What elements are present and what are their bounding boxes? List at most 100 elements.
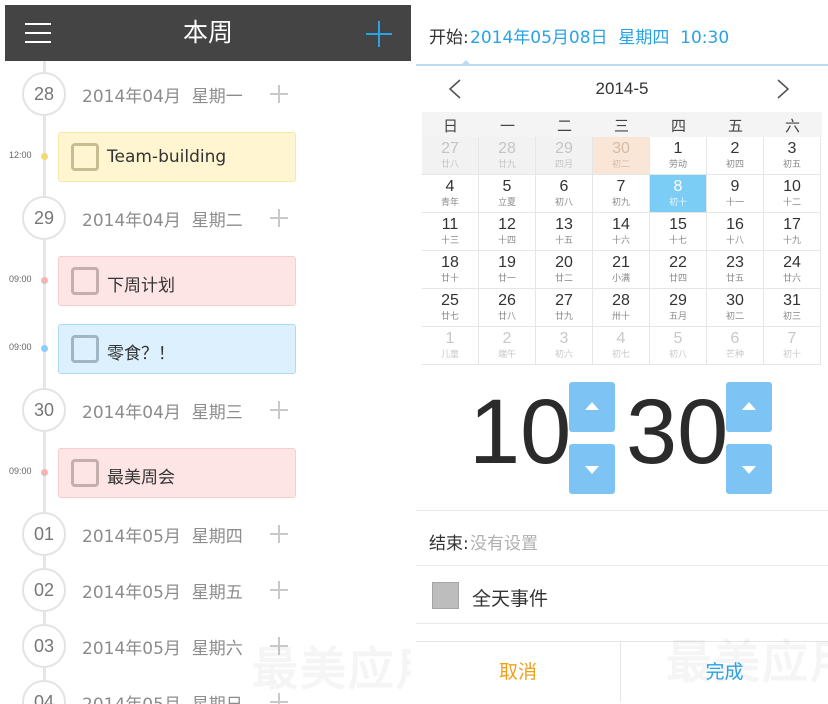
calendar-day-cell[interactable]: 2 初四: [707, 137, 764, 175]
calendar-day-cell[interactable]: 9 十一: [707, 175, 764, 213]
event-time: 09:00: [9, 466, 32, 476]
day-row[interactable]: 29 2014年04月 星期二: [5, 194, 411, 244]
minute-up-button[interactable]: [726, 382, 772, 432]
calendar-day-cell[interactable]: 29 四月: [536, 137, 593, 175]
add-event-plus-icon[interactable]: [270, 209, 288, 227]
event-row[interactable]: 09:00 下周计划: [5, 255, 411, 307]
lunar-date: 初八: [554, 198, 573, 208]
calendar-day-cell[interactable]: 31 初三: [764, 289, 821, 327]
calendar-day-cell[interactable]: 8 初十: [650, 175, 707, 213]
calendar-day-cell[interactable]: 25 廿七: [422, 289, 479, 327]
event-checkbox[interactable]: [71, 335, 99, 363]
lunar-date: 四月: [554, 160, 573, 170]
chevron-right-icon[interactable]: [776, 79, 790, 99]
calendar-day-cell[interactable]: 19 廿一: [479, 251, 536, 289]
event-card[interactable]: 最美周会: [58, 448, 296, 498]
calendar-day-cell[interactable]: 21 小满: [593, 251, 650, 289]
event-row[interactable]: 12:00 Team-building: [5, 131, 411, 183]
calendar-day-cell[interactable]: 24 廿六: [764, 251, 821, 289]
calendar-day-cell[interactable]: 20 廿二: [536, 251, 593, 289]
event-card[interactable]: Team-building: [58, 132, 296, 182]
event-card[interactable]: 下周计划: [58, 256, 296, 306]
lunar-date: 廿八: [440, 160, 459, 170]
start-time-field[interactable]: 开始: 2014年05月08日 星期四 10:30: [416, 0, 828, 66]
event-card[interactable]: 零食？！: [58, 324, 296, 374]
day-number: 04: [22, 680, 66, 704]
event-checkbox[interactable]: [71, 143, 99, 171]
add-event-plus-icon[interactable]: [270, 525, 288, 543]
cancel-button[interactable]: 取消: [416, 642, 620, 702]
lunar-date: 廿六: [782, 274, 801, 284]
weekday-label: 一: [499, 117, 515, 135]
calendar-day-cell[interactable]: 1 劳动: [650, 137, 707, 175]
calendar-day-cell[interactable]: 4 青年: [422, 175, 479, 213]
calendar-day-cell[interactable]: 6 初八: [536, 175, 593, 213]
day-number: 29: [555, 140, 573, 157]
calendar-day-cell[interactable]: 7 初十: [764, 327, 821, 365]
calendar-day-cell[interactable]: 28 廿九: [479, 137, 536, 175]
calendar-day-cell[interactable]: 27 廿九: [536, 289, 593, 327]
day-number: 18: [441, 254, 459, 271]
calendar-day-cell[interactable]: 16 十八: [707, 213, 764, 251]
day-number: 28: [498, 140, 516, 157]
calendar-day-cell[interactable]: 5 初八: [650, 327, 707, 365]
calendar-day-cell[interactable]: 11 十三: [422, 213, 479, 251]
calendar-day-cell[interactable]: 7 初九: [593, 175, 650, 213]
all-day-checkbox[interactable]: [432, 582, 459, 609]
calendar-day-cell[interactable]: 14 十六: [593, 213, 650, 251]
add-event-plus-icon[interactable]: [270, 85, 288, 103]
event-checkbox[interactable]: [71, 267, 99, 295]
day-number: 30: [22, 388, 66, 432]
day-row[interactable]: 01 2014年05月 星期四: [5, 510, 411, 560]
day-number: 11: [441, 216, 459, 233]
day-row[interactable]: 02 2014年05月 星期五: [5, 566, 411, 616]
day-row[interactable]: 30 2014年04月 星期三: [5, 386, 411, 436]
calendar-day-cell[interactable]: 12 十四: [479, 213, 536, 251]
event-row[interactable]: 09:00 最美周会: [5, 447, 411, 499]
calendar-day-cell[interactable]: 6 芒种: [707, 327, 764, 365]
event-row[interactable]: 09:00 零食？！: [5, 323, 411, 375]
calendar-day-cell[interactable]: 18 廿十: [422, 251, 479, 289]
all-day-row[interactable]: 全天事件: [416, 566, 828, 624]
add-event-plus-icon[interactable]: [270, 581, 288, 599]
calendar-day-cell[interactable]: 3 初六: [536, 327, 593, 365]
calendar-day-cell[interactable]: 4 初七: [593, 327, 650, 365]
calendar-day-cell[interactable]: 5 立夏: [479, 175, 536, 213]
calendar-day-cell[interactable]: 3 初五: [764, 137, 821, 175]
calendar-day-cell[interactable]: 17 十九: [764, 213, 821, 251]
day-date-label: 2014年05月 星期五: [82, 583, 243, 603]
lunar-date: 五月: [668, 312, 687, 322]
calendar-day-cell[interactable]: 30 初二: [707, 289, 764, 327]
hour-down-button[interactable]: [569, 444, 615, 494]
lunar-date: 十一: [725, 198, 744, 208]
day-row[interactable]: 28 2014年04月 星期一: [5, 70, 411, 120]
calendar-day-cell[interactable]: 10 十二: [764, 175, 821, 213]
hour-up-button[interactable]: [569, 382, 615, 432]
calendar-day-cell[interactable]: 26 廿八: [479, 289, 536, 327]
lunar-date: 初十: [668, 198, 687, 208]
minute-down-button[interactable]: [726, 444, 772, 494]
event-checkbox[interactable]: [71, 459, 99, 487]
calendar-day-cell[interactable]: 27 廿八: [422, 137, 479, 175]
weekday-label: 五: [727, 117, 743, 135]
lunar-date: 端午: [497, 350, 516, 360]
event-dot: [41, 277, 48, 284]
day-number: 31: [783, 292, 801, 309]
calendar-day-cell[interactable]: 30 初二: [593, 137, 650, 175]
start-value[interactable]: 2014年05月08日 星期四 10:30: [470, 23, 729, 48]
add-event-plus-icon[interactable]: [270, 401, 288, 419]
calendar-day-cell[interactable]: 22 廿四: [650, 251, 707, 289]
end-value[interactable]: 没有设置: [470, 529, 538, 554]
calendar-day-cell[interactable]: 23 廿五: [707, 251, 764, 289]
end-time-field[interactable]: 结束: 没有设置: [416, 510, 828, 566]
calendar-day-cell[interactable]: 1 儿童: [422, 327, 479, 365]
day-number: 02: [22, 568, 66, 612]
plus-icon[interactable]: [366, 21, 392, 47]
calendar-day-cell[interactable]: 29 五月: [650, 289, 707, 327]
calendar-day-cell[interactable]: 2 端午: [479, 327, 536, 365]
calendar-day-cell[interactable]: 13 十五: [536, 213, 593, 251]
calendar-day-cell[interactable]: 28 卅十: [593, 289, 650, 327]
day-number: 7: [616, 178, 626, 195]
time-picker: 10 30: [416, 366, 828, 508]
calendar-day-cell[interactable]: 15 十七: [650, 213, 707, 251]
